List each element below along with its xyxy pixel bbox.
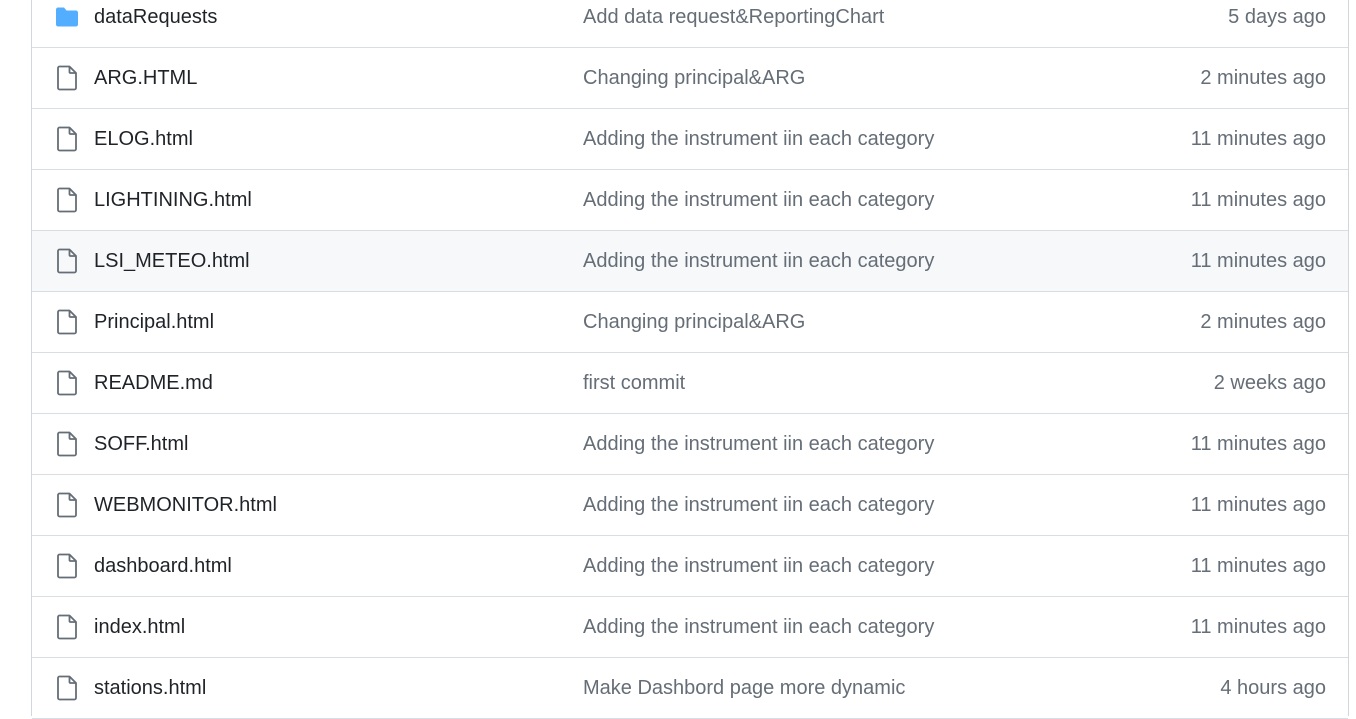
commit-message-link[interactable]: Make Dashbord page more dynamic xyxy=(583,677,905,700)
file-name-link[interactable]: LSI_METEO.html xyxy=(94,250,250,273)
commit-time: 4 hours ago xyxy=(1220,676,1326,699)
file-icon xyxy=(54,187,80,213)
folder-icon xyxy=(54,4,80,30)
commit-message-link[interactable]: Adding the instrument iin each category xyxy=(583,128,934,151)
file-row[interactable]: dashboard.html Adding the instrument iin … xyxy=(32,536,1348,597)
file-row[interactable]: stations.html Make Dashbord page more dyn… xyxy=(32,658,1348,719)
commit-message-link[interactable]: Adding the instrument iin each category xyxy=(583,189,934,212)
file-name-link[interactable]: ELOG.html xyxy=(94,128,193,151)
file-row[interactable]: LSI_METEO.html Adding the instrument iin … xyxy=(32,231,1348,292)
commit-time: 11 minutes ago xyxy=(1190,493,1326,516)
file-list: dataRequests Add data request&ReportingCh… xyxy=(31,0,1349,719)
file-row[interactable]: ARG.HTML Changing principal&ARG 2 minutes … xyxy=(32,48,1348,109)
commit-message-link[interactable]: Adding the instrument iin each category xyxy=(583,250,934,273)
commit-time: 11 minutes ago xyxy=(1190,554,1326,577)
file-row[interactable]: README.md first commit 2 weeks ago xyxy=(32,353,1348,414)
file-row[interactable]: ELOG.html Adding the instrument iin each … xyxy=(32,109,1348,170)
commit-time: 11 minutes ago xyxy=(1190,249,1326,272)
file-row[interactable]: WEBMONITOR.html Adding the instrument iin… xyxy=(32,475,1348,536)
file-icon xyxy=(54,553,80,579)
commit-time: 11 minutes ago xyxy=(1190,432,1326,455)
file-row[interactable]: SOFF.html Adding the instrument iin each … xyxy=(32,414,1348,475)
file-icon xyxy=(54,370,80,396)
file-name-link[interactable]: LIGHTINING.html xyxy=(94,189,252,212)
file-name-link[interactable]: SOFF.html xyxy=(94,433,188,456)
commit-message-link[interactable]: Adding the instrument iin each category xyxy=(583,494,934,517)
commit-message-link[interactable]: Adding the instrument iin each category xyxy=(583,433,934,456)
commit-message-link[interactable]: Add data request&ReportingChart xyxy=(583,6,884,29)
file-row[interactable]: LIGHTINING.html Adding the instrument iin… xyxy=(32,170,1348,231)
file-name-link[interactable]: WEBMONITOR.html xyxy=(94,494,277,517)
commit-message-link[interactable]: Changing principal&ARG xyxy=(583,67,805,90)
file-row[interactable]: index.html Adding the instrument iin each… xyxy=(32,597,1348,658)
file-icon xyxy=(54,309,80,335)
file-name-link[interactable]: stations.html xyxy=(94,677,206,700)
commit-time: 2 weeks ago xyxy=(1213,371,1326,394)
file-row[interactable]: dataRequests Add data request&ReportingCh… xyxy=(32,0,1348,48)
file-name-link[interactable]: Principal.html xyxy=(94,311,214,334)
file-icon xyxy=(54,675,80,701)
commit-time: 2 minutes ago xyxy=(1200,66,1326,89)
commit-time: 2 minutes ago xyxy=(1200,310,1326,333)
commit-time: 11 minutes ago xyxy=(1190,615,1326,638)
commit-time: 11 minutes ago xyxy=(1190,188,1326,211)
commit-time: 5 days ago xyxy=(1228,5,1326,28)
file-name-link[interactable]: index.html xyxy=(94,616,185,639)
commit-message-link[interactable]: first commit xyxy=(583,372,685,395)
file-row[interactable]: Principal.html Changing principal&ARG 2 mi… xyxy=(32,292,1348,353)
file-icon xyxy=(54,65,80,91)
file-name-link[interactable]: dashboard.html xyxy=(94,555,232,578)
file-name-link[interactable]: README.md xyxy=(94,372,213,395)
file-icon xyxy=(54,248,80,274)
commit-message-link[interactable]: Adding the instrument iin each category xyxy=(583,555,934,578)
file-name-link[interactable]: dataRequests xyxy=(94,6,217,29)
file-name-link[interactable]: ARG.HTML xyxy=(94,67,197,90)
file-icon xyxy=(54,614,80,640)
file-icon xyxy=(54,431,80,457)
commit-time: 11 minutes ago xyxy=(1190,127,1326,150)
commit-message-link[interactable]: Adding the instrument iin each category xyxy=(583,616,934,639)
file-icon xyxy=(54,492,80,518)
commit-message-link[interactable]: Changing principal&ARG xyxy=(583,311,805,334)
file-icon xyxy=(54,126,80,152)
